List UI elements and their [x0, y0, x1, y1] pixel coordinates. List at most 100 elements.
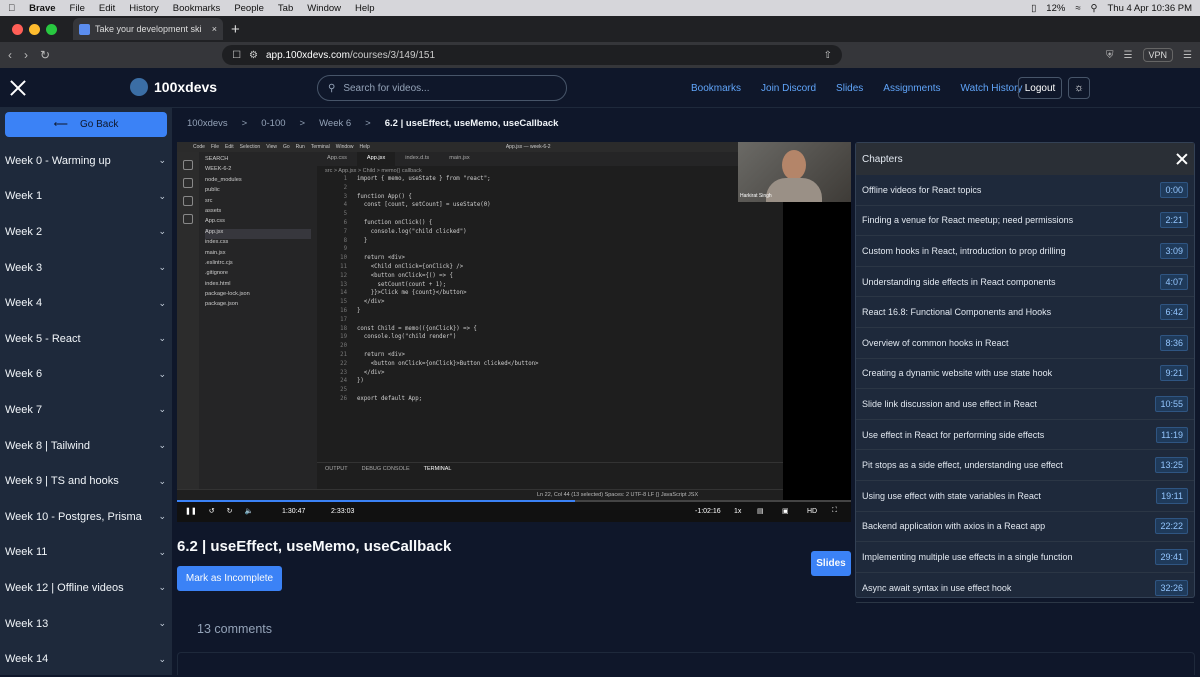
- chapter-item[interactable]: Backend application with axios in a Reac…: [856, 512, 1194, 543]
- sidebar-week[interactable]: Week 13 ⌄: [0, 606, 172, 642]
- chapter-item[interactable]: Using use effect with state variables in…: [856, 481, 1194, 512]
- chapter-timestamp[interactable]: 9:21: [1160, 365, 1188, 382]
- sidebar-week[interactable]: Week 2 ⌄: [0, 214, 172, 250]
- chapter-item[interactable]: Understanding side effects in React comp…: [856, 267, 1194, 298]
- chapter-item[interactable]: React 16.8: Functional Components and Ho…: [856, 297, 1194, 328]
- chapter-item[interactable]: Pit stops as a side effect, understandin…: [856, 450, 1194, 481]
- chapter-item[interactable]: Overview of common hooks in React 8:36: [856, 328, 1194, 359]
- new-tab-button[interactable]: +: [231, 21, 240, 38]
- menu-tab[interactable]: Window: [307, 3, 341, 14]
- chapter-timestamp[interactable]: 13:25: [1155, 457, 1188, 474]
- chapter-item[interactable]: Custom hooks in React, introduction to p…: [856, 236, 1194, 267]
- nav-watch-history[interactable]: Watch History: [961, 83, 1023, 94]
- menu-people[interactable]: Tab: [278, 3, 293, 14]
- comment-box[interactable]: [177, 652, 1195, 675]
- rewind-icon[interactable]: ↺: [209, 507, 215, 515]
- chapter-timestamp[interactable]: 8:36: [1160, 334, 1188, 351]
- mark-incomplete-button[interactable]: Mark as Incomplete: [177, 566, 282, 591]
- chapter-timestamp[interactable]: 6:42: [1160, 304, 1188, 321]
- sidebar-week[interactable]: Week 0 - Warming up ⌄: [0, 143, 172, 179]
- chapter-timestamp[interactable]: 32:26: [1155, 579, 1188, 596]
- nav-join-discord[interactable]: Join Discord: [761, 83, 816, 94]
- fullscreen-icon[interactable]: ⛶: [832, 507, 837, 515]
- captions-icon[interactable]: ▤: [757, 507, 764, 515]
- menu-icon[interactable]: ☰: [1183, 50, 1192, 61]
- slides-button[interactable]: Slides: [811, 551, 851, 576]
- minimize-window-button[interactable]: [29, 23, 40, 35]
- brave-shield-icon[interactable]: ⛨: [1106, 50, 1114, 61]
- chapter-timestamp[interactable]: 11:19: [1156, 426, 1188, 443]
- sidebar-week[interactable]: Week 6 ⌄: [0, 357, 172, 393]
- sidebar-week[interactable]: Week 14 ⌄: [0, 641, 172, 677]
- chapter-item[interactable]: Slide link discussion and use effect in …: [856, 389, 1194, 420]
- wifi-icon[interactable]: ≈: [1075, 3, 1080, 14]
- sidebar-week[interactable]: Week 8 | Tailwind ⌄: [0, 428, 172, 464]
- chapter-item[interactable]: Offline videos for React topics 0:00: [856, 175, 1194, 206]
- sidebar-week[interactable]: Week 1 ⌄: [0, 179, 172, 215]
- reload-icon[interactable]: ↻: [40, 48, 50, 62]
- chapter-timestamp[interactable]: 10:55: [1155, 395, 1188, 412]
- breadcrumb-item[interactable]: Week 6: [319, 118, 351, 129]
- go-back-button[interactable]: ⟵ Go Back: [5, 112, 167, 137]
- sidebar-week[interactable]: Week 4 ⌄: [0, 285, 172, 321]
- menu-view[interactable]: History: [129, 3, 159, 14]
- share-icon[interactable]: ⇧: [824, 50, 832, 61]
- maximize-window-button[interactable]: [46, 23, 57, 35]
- chapter-timestamp[interactable]: 22:22: [1155, 518, 1188, 535]
- brand[interactable]: 100xdevs: [130, 78, 217, 96]
- chapter-item[interactable]: Creating a dynamic website with use stat…: [856, 359, 1194, 390]
- chapter-item[interactable]: Use effect in React for performing side …: [856, 420, 1194, 451]
- menu-history[interactable]: Bookmarks: [173, 3, 221, 14]
- sidebar-week[interactable]: Week 7 ⌄: [0, 392, 172, 428]
- chapter-item[interactable]: Implementing multiple use effects in a s…: [856, 542, 1194, 573]
- breadcrumb-item[interactable]: 0-100: [261, 118, 285, 129]
- chapter-timestamp[interactable]: 4:07: [1160, 273, 1188, 290]
- menu-window[interactable]: Help: [355, 3, 375, 14]
- chapter-item[interactable]: Async await syntax in use effect hook 32:…: [856, 573, 1194, 604]
- nav-slides[interactable]: Slides: [836, 83, 863, 94]
- sidebar-week[interactable]: Week 10 - Postgres, Prisma ⌄: [0, 499, 172, 535]
- forward-icon[interactable]: ›: [24, 48, 28, 62]
- site-info-icon[interactable]: ⚙: [249, 50, 258, 61]
- chapter-timestamp[interactable]: 0:00: [1160, 181, 1188, 198]
- apple-icon[interactable]: : [8, 3, 15, 14]
- breadcrumb-item[interactable]: 100xdevs: [187, 118, 228, 129]
- close-icon[interactable]: [10, 80, 26, 96]
- browser-tab[interactable]: Take your development ski ×: [73, 18, 223, 40]
- volume-icon[interactable]: 🔈: [244, 507, 253, 515]
- nav-bookmarks[interactable]: Bookmarks: [691, 83, 741, 94]
- search-icon[interactable]: ⚲: [1091, 3, 1098, 14]
- close-tab-icon[interactable]: ×: [212, 24, 217, 34]
- bookmark-icon[interactable]: ☐: [232, 50, 241, 61]
- forward-10-icon[interactable]: ↻: [227, 507, 233, 515]
- sidebar-week[interactable]: Week 11 ⌄: [0, 535, 172, 571]
- app-menu[interactable]: Brave: [29, 3, 55, 14]
- sidebar-week[interactable]: Week 9 | TS and hooks ⌄: [0, 463, 172, 499]
- menu-edit[interactable]: Edit: [99, 3, 115, 14]
- chapter-timestamp[interactable]: 29:41: [1155, 548, 1188, 565]
- pause-icon[interactable]: ❚❚: [185, 507, 197, 515]
- chapter-timestamp[interactable]: 19:11: [1156, 487, 1188, 504]
- menu-file[interactable]: File: [70, 3, 85, 14]
- extensions-icon[interactable]: ☰: [1124, 50, 1133, 61]
- sidebar-week[interactable]: Week 5 - React ⌄: [0, 321, 172, 357]
- video-player[interactable]: Code File Edit Selection View Go Run Terminal Wi…: [177, 142, 851, 522]
- menu-bookmarks[interactable]: People: [234, 3, 264, 14]
- chapter-timestamp[interactable]: 2:21: [1160, 212, 1188, 229]
- search-input[interactable]: ⚲ Search for videos...: [317, 75, 567, 101]
- address-bar[interactable]: ☐ ⚙ app.100xdevs.com/courses/3/149/151 ⇧: [222, 45, 843, 65]
- playback-speed[interactable]: 1x: [734, 508, 741, 515]
- close-chapters-icon[interactable]: [1176, 153, 1188, 165]
- hd-icon[interactable]: HD: [807, 508, 817, 515]
- sidebar-week[interactable]: Week 12 | Offline videos ⌄: [0, 570, 172, 606]
- close-window-button[interactable]: [12, 23, 23, 35]
- theme-toggle-icon[interactable]: ☼: [1068, 77, 1090, 99]
- vpn-button[interactable]: VPN: [1142, 48, 1174, 62]
- battery-icon[interactable]: ▯: [1031, 3, 1036, 14]
- back-icon[interactable]: ‹: [8, 48, 12, 62]
- clock[interactable]: Thu 4 Apr 10:36 PM: [1108, 3, 1193, 14]
- chapter-item[interactable]: Finding a venue for React meetup; need p…: [856, 206, 1194, 237]
- pip-icon[interactable]: ▣: [782, 507, 789, 515]
- chapter-timestamp[interactable]: 3:09: [1160, 242, 1188, 259]
- logout-button[interactable]: Logout: [1018, 77, 1062, 99]
